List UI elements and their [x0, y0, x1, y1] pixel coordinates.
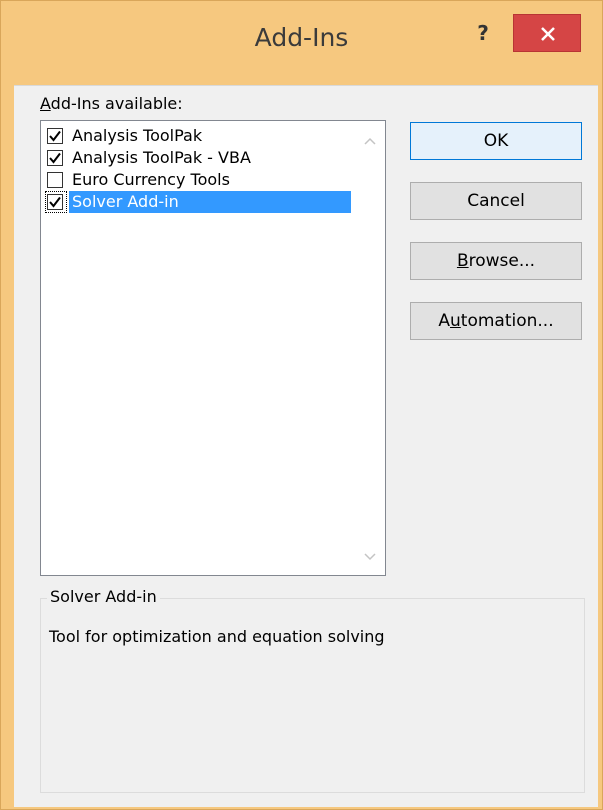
addins-available-label: Add-Ins available: [40, 94, 183, 113]
chevron-up-icon [364, 137, 376, 145]
description-text: Tool for optimization and equation solvi… [49, 627, 385, 646]
browse-mnemonic: B [456, 251, 469, 271]
automation-label-rest: tomation... [460, 311, 554, 331]
list-item-euro-currency-tools[interactable]: Euro Currency Tools [45, 169, 355, 191]
scroll-up-arrow[interactable] [361, 133, 379, 147]
check-icon [49, 196, 61, 208]
title-bar[interactable]: Add-Ins ? [1, 1, 602, 85]
ok-button[interactable]: OK [410, 122, 582, 160]
chevron-down-icon [364, 553, 376, 561]
list-item-label: Solver Add-in [69, 191, 351, 213]
help-button[interactable]: ? [463, 18, 503, 52]
checkbox-analysis-toolpak-vba[interactable] [47, 150, 63, 166]
close-icon [541, 27, 555, 41]
list-item-analysis-toolpak[interactable]: Analysis ToolPak [45, 125, 355, 147]
description-title: Solver Add-in [47, 587, 160, 606]
cancel-button[interactable]: Cancel [410, 182, 582, 220]
browse-label-rest: rowse... [468, 251, 536, 271]
add-ins-dialog: Add-Ins ? Add-Ins available: Analysis To… [0, 0, 603, 810]
automation-mnemonic: u [450, 311, 461, 331]
check-icon [49, 152, 61, 164]
checkbox-analysis-toolpak[interactable] [47, 128, 63, 144]
addins-available-label-mnemonic: A [40, 94, 51, 113]
addins-listbox[interactable]: Analysis ToolPak Analysis ToolPak - VBA … [40, 120, 386, 576]
dialog-title: Add-Ins [254, 23, 349, 52]
checkbox-euro-currency-tools[interactable] [47, 172, 63, 188]
list-item-label: Euro Currency Tools [72, 170, 230, 189]
addins-available-label-rest: dd-Ins available: [50, 94, 183, 113]
browse-button[interactable]: Browse... [410, 242, 582, 280]
check-icon [49, 130, 61, 142]
description-groupbox: Solver Add-in Tool for optimization and … [40, 587, 585, 793]
close-button[interactable] [513, 14, 581, 52]
checkbox-solver-add-in[interactable] [47, 194, 63, 210]
list-item-label: Analysis ToolPak - VBA [72, 148, 251, 167]
list-item-analysis-toolpak-vba[interactable]: Analysis ToolPak - VBA [45, 147, 355, 169]
automation-label-start: A [438, 311, 451, 331]
list-item-solver-add-in[interactable]: Solver Add-in [45, 191, 355, 213]
scroll-down-arrow[interactable] [361, 549, 379, 563]
automation-button[interactable]: Automation... [410, 302, 582, 340]
list-item-label: Analysis ToolPak [72, 126, 203, 145]
dialog-body: Add-Ins available: Analysis ToolPak Anal… [14, 85, 598, 807]
